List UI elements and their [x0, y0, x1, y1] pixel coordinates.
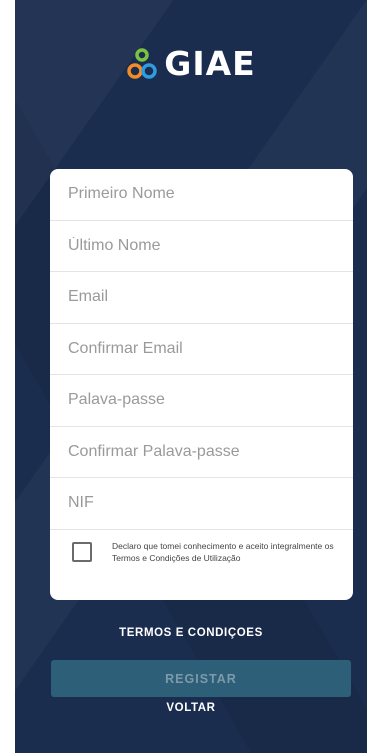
first-name-input[interactable] [66, 184, 353, 205]
last-name-input[interactable] [66, 235, 353, 256]
password-field[interactable] [50, 375, 353, 427]
confirm-email-field[interactable] [50, 324, 353, 375]
register-button[interactable]: REGISTAR [51, 660, 351, 697]
confirm-email-input[interactable] [66, 338, 353, 359]
terms-checkbox[interactable] [72, 541, 92, 562]
first-name-field[interactable] [50, 169, 353, 221]
app-logo: GIAE [15, 44, 367, 83]
terms-link[interactable]: TERMOS E CONDIÇOES [15, 627, 367, 639]
password-input[interactable] [66, 390, 353, 411]
giae-logo-icon [127, 47, 158, 79]
confirm-password-field[interactable] [50, 427, 353, 478]
registration-screen: GIAE Declaro que tomei conhecimento e ac… [15, 0, 367, 753]
email-field[interactable] [50, 272, 353, 324]
logo-text: GIAE [164, 44, 256, 83]
email-input[interactable] [66, 287, 353, 308]
registration-form: Declaro que tomei conhecimento e aceito … [50, 169, 353, 600]
back-link[interactable]: VOLTAR [15, 702, 367, 714]
confirm-password-input[interactable] [66, 441, 353, 462]
nif-input[interactable] [66, 493, 353, 514]
last-name-field[interactable] [50, 221, 353, 272]
terms-checkbox-label: Declaro que tomei conhecimento e aceito … [112, 540, 334, 563]
terms-acceptance-row: Declaro que tomei conhecimento e aceito … [50, 530, 353, 565]
nif-field[interactable] [50, 478, 353, 530]
